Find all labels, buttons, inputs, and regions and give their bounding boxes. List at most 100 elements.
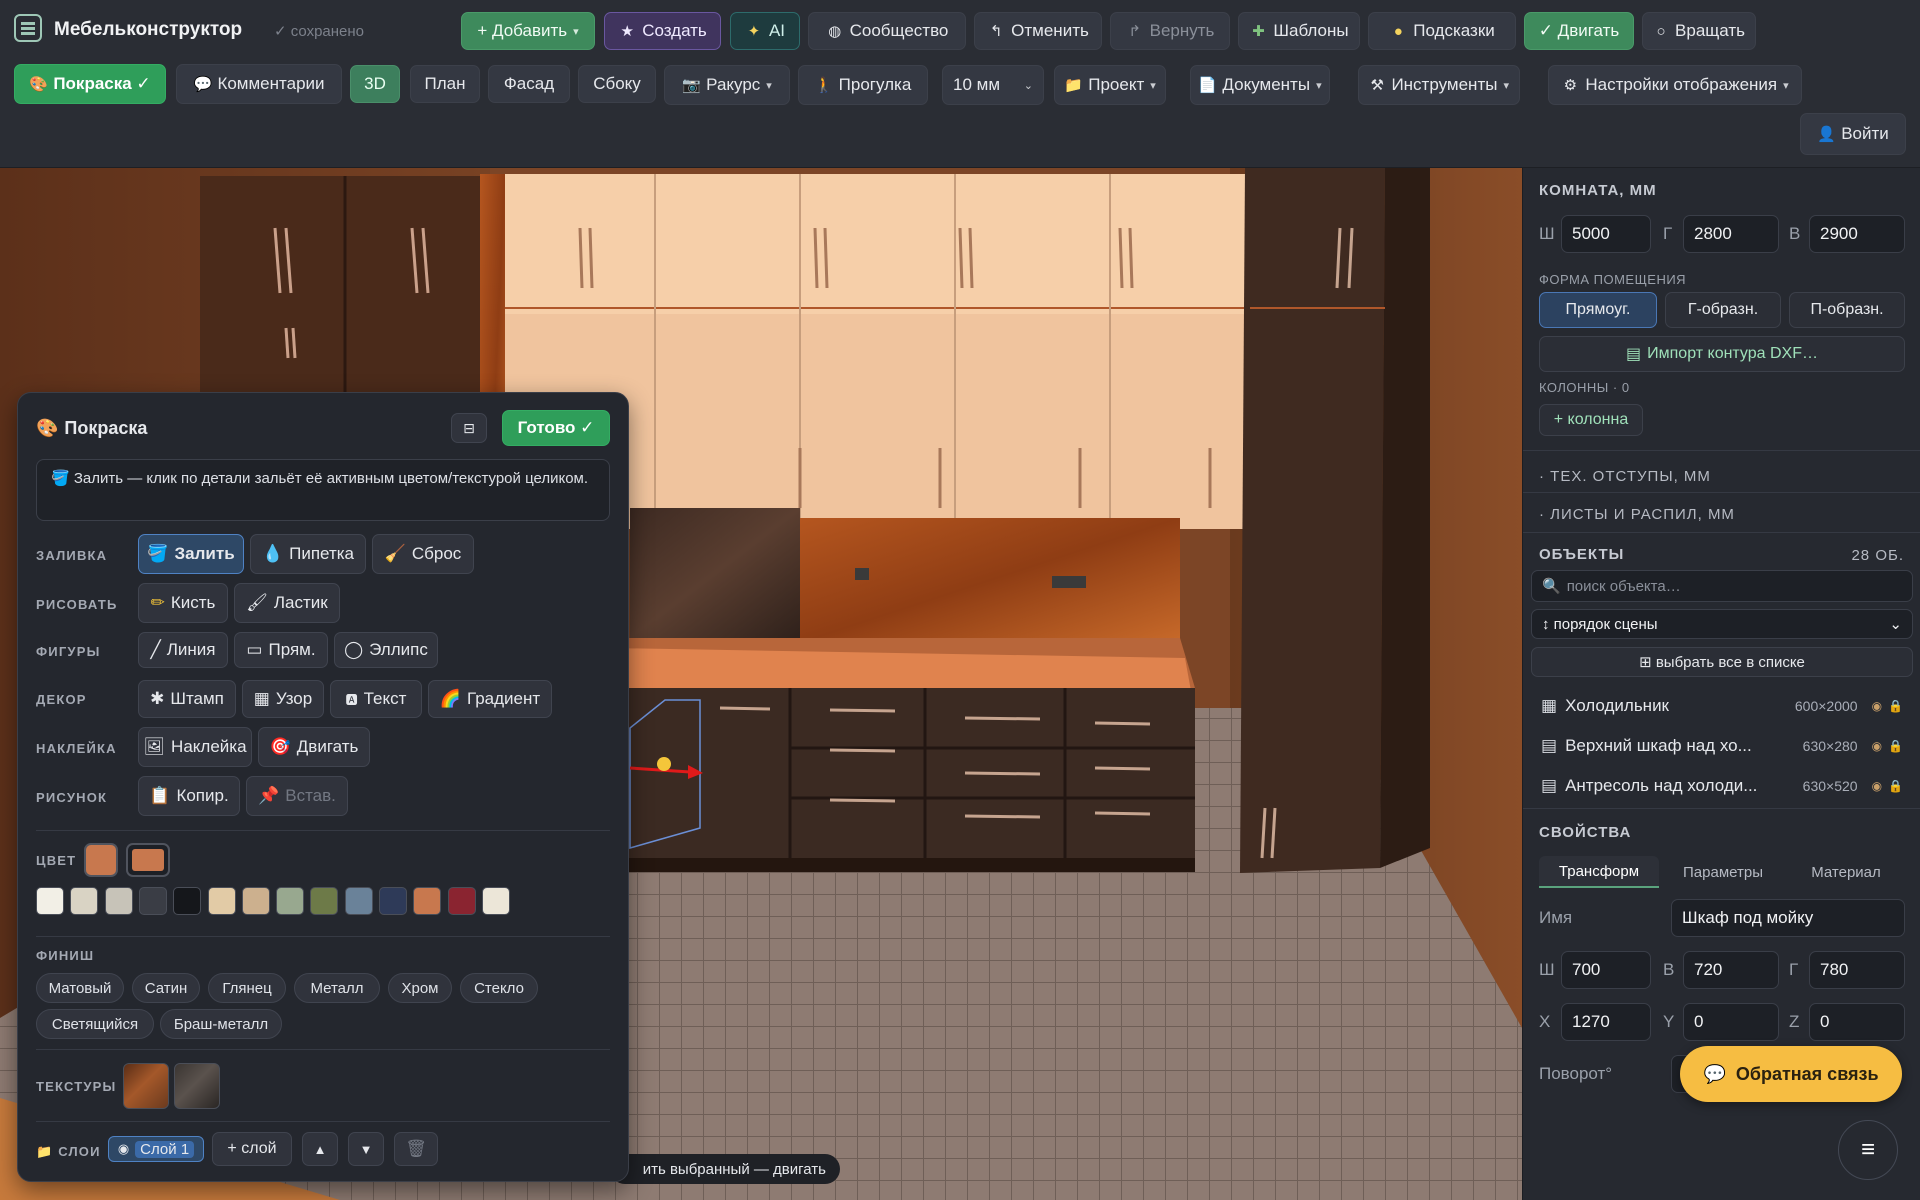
view-plan-tab[interactable]: План <box>410 65 480 103</box>
documents-menu[interactable]: 📄 Документы ▾ <box>1190 65 1330 105</box>
layer-chip[interactable]: ◉ Слой 1 <box>108 1136 204 1162</box>
gradient-tool-button[interactable]: 🌈 Градиент <box>428 680 552 718</box>
object-row[interactable]: ▤ Верхний шкаф над хо... 630×280 ◉ 🔒 <box>1541 729 1903 763</box>
wood-texture-swatch[interactable] <box>123 1063 169 1109</box>
palette-color-swatch[interactable] <box>70 887 99 915</box>
pos-y-input[interactable]: 0 <box>1683 1003 1779 1041</box>
login-button[interactable]: 👤 Войти <box>1800 113 1906 155</box>
object-row[interactable]: ▤ Антресоль над холоди... 630×520 ◉ 🔒 <box>1541 769 1903 803</box>
line-tool-button[interactable]: ╱ Линия <box>138 632 228 668</box>
eraser-tool-button[interactable]: 🖌 Ластик <box>234 583 340 623</box>
finish-satin-chip[interactable]: Сатин <box>132 973 200 1003</box>
project-menu[interactable]: 📁 Проект ▾ <box>1054 65 1166 105</box>
palette-color-swatch[interactable] <box>310 887 339 915</box>
add-layer-button[interactable]: + слой <box>212 1132 292 1166</box>
room-width-input[interactable]: 5000 <box>1561 215 1651 253</box>
palette-color-swatch[interactable] <box>276 887 305 915</box>
pattern-tool-button[interactable]: ▦ Узор <box>242 680 324 718</box>
rotate-mode-button[interactable]: ○ Вращать <box>1642 12 1756 50</box>
step-select[interactable]: 10 мм ⌄ <box>942 65 1044 105</box>
shape-rect-button[interactable]: Прямоуг. <box>1539 292 1657 328</box>
create-button[interactable]: ★ Создать <box>604 12 721 50</box>
tab-transform[interactable]: Трансформ <box>1539 856 1659 888</box>
obj-depth-input[interactable]: 780 <box>1809 951 1905 989</box>
finish-gloss-chip[interactable]: Глянец <box>208 973 286 1003</box>
palette-color-swatch[interactable] <box>104 887 133 915</box>
collapse-panel-button[interactable]: ⊟ <box>451 413 487 443</box>
object-name-input[interactable]: Шкаф под мойку <box>1671 899 1905 937</box>
visibility-eye-icon[interactable]: ◉ <box>118 1141 129 1157</box>
tools-menu[interactable]: ⚒ Инструменты ▾ <box>1358 65 1520 105</box>
palette-color-swatch[interactable] <box>379 887 407 915</box>
undo-button[interactable]: ↰ Отменить <box>974 12 1102 50</box>
visibility-eye-icon[interactable]: ◉ <box>1872 739 1882 753</box>
lock-icon[interactable]: 🔒 <box>1888 739 1903 753</box>
tech-offsets-section[interactable]: · ТЕХ. ОТСТУПЫ, ММ <box>1539 468 1711 485</box>
visibility-eye-icon[interactable]: ◉ <box>1872 699 1882 713</box>
marble-texture-swatch[interactable] <box>174 1063 220 1109</box>
paint-mode-button[interactable]: 🎨 Покраска ✓ <box>14 64 166 104</box>
ai-button[interactable]: ✦ AI <box>730 12 800 50</box>
finish-glow-chip[interactable]: Светящийся <box>36 1009 154 1039</box>
delete-layer-button[interactable]: 🗑 <box>394 1132 438 1166</box>
paint-done-button[interactable]: Готово ✓ <box>502 410 610 446</box>
obj-height-input[interactable]: 720 <box>1683 951 1779 989</box>
lock-icon[interactable]: 🔒 <box>1888 779 1903 793</box>
import-dxf-button[interactable]: ▤ Импорт контура DXF… <box>1539 336 1905 372</box>
pipette-tool-button[interactable]: 💧 Пипетка <box>250 534 366 574</box>
move-mode-button[interactable]: ✓ Двигать <box>1524 12 1634 50</box>
hints-button[interactable]: ● Подсказки <box>1368 12 1516 50</box>
palette-color-swatch[interactable] <box>481 887 510 915</box>
finish-matte-chip[interactable]: Матовый <box>36 973 124 1003</box>
add-button[interactable]: + Добавить ▾ <box>461 12 595 50</box>
view-side-tab[interactable]: Сбоку <box>578 65 656 103</box>
room-height-input[interactable]: 2900 <box>1809 215 1905 253</box>
ellipse-tool-button[interactable]: ◯ Эллипс <box>334 632 438 668</box>
layer-down-button[interactable]: ▼ <box>348 1132 384 1166</box>
finish-glass-chip[interactable]: Стекло <box>460 973 538 1003</box>
color-picker-button[interactable] <box>126 843 170 877</box>
sticker-move-button[interactable]: 🎯 Двигать <box>258 727 370 767</box>
lock-icon[interactable]: 🔒 <box>1888 699 1903 713</box>
copy-picture-button[interactable]: 📋 Копир. <box>138 776 240 816</box>
tab-parameters[interactable]: Параметры <box>1663 856 1783 888</box>
pos-x-input[interactable]: 1270 <box>1561 1003 1651 1041</box>
stamp-tool-button[interactable]: ✱ Штамп <box>138 680 236 718</box>
walk-button[interactable]: 🚶 Прогулка <box>798 65 928 105</box>
object-row[interactable]: ▦ Холодильник 600×2000 ◉ 🔒 <box>1541 689 1903 723</box>
templates-button[interactable]: ✚ Шаблоны <box>1238 12 1360 50</box>
display-settings-menu[interactable]: ⚙ Настройки отображения ▾ <box>1548 65 1802 105</box>
sticker-tool-button[interactable]: 🖼 Наклейка <box>138 727 252 767</box>
palette-color-swatch[interactable] <box>344 887 373 915</box>
obj-width-input[interactable]: 700 <box>1561 951 1651 989</box>
palette-color-swatch[interactable] <box>413 887 442 915</box>
hamburger-menu-button[interactable]: ≡ <box>1838 1120 1898 1180</box>
reset-tool-button[interactable]: 🧹 Сброс <box>372 534 474 574</box>
view-facade-tab[interactable]: Фасад <box>488 65 570 103</box>
tab-material[interactable]: Материал <box>1787 856 1905 888</box>
palette-color-swatch[interactable] <box>138 887 167 915</box>
select-all-button[interactable]: ⊞ выбрать все в списке <box>1531 647 1913 677</box>
redo-button[interactable]: ↱ Вернуть <box>1110 12 1230 50</box>
palette-color-swatch[interactable] <box>36 887 64 915</box>
visibility-eye-icon[interactable]: ◉ <box>1872 779 1882 793</box>
sheets-section[interactable]: · ЛИСТЫ И РАСПИЛ, ММ <box>1539 506 1735 523</box>
palette-color-swatch[interactable] <box>447 887 476 915</box>
finish-chrome-chip[interactable]: Хром <box>388 973 452 1003</box>
finish-brushed-metal-chip[interactable]: Браш-металл <box>160 1009 282 1039</box>
palette-color-swatch[interactable] <box>241 887 270 915</box>
object-search-input[interactable]: 🔍 поиск объекта… <box>1531 570 1913 602</box>
feedback-button[interactable]: 💬 Обратная связь <box>1680 1046 1902 1102</box>
finish-metal-chip[interactable]: Металл <box>294 973 380 1003</box>
room-depth-input[interactable]: 2800 <box>1683 215 1779 253</box>
text-tool-button[interactable]: 🅰 Текст <box>330 680 422 718</box>
brush-tool-button[interactable]: ✏ Кисть <box>138 583 228 623</box>
angle-dropdown[interactable]: 📷 Ракурс ▾ <box>664 65 790 105</box>
palette-color-swatch[interactable] <box>173 887 202 915</box>
active-color-swatch[interactable] <box>84 843 118 877</box>
view-3d-tab[interactable]: 3D <box>350 65 400 103</box>
rect-tool-button[interactable]: ▭ Прям. <box>234 632 328 668</box>
add-column-button[interactable]: + колонна <box>1539 404 1643 436</box>
comments-button[interactable]: 💬 Комментарии <box>176 64 342 104</box>
shape-u-button[interactable]: П-образн. <box>1789 292 1905 328</box>
